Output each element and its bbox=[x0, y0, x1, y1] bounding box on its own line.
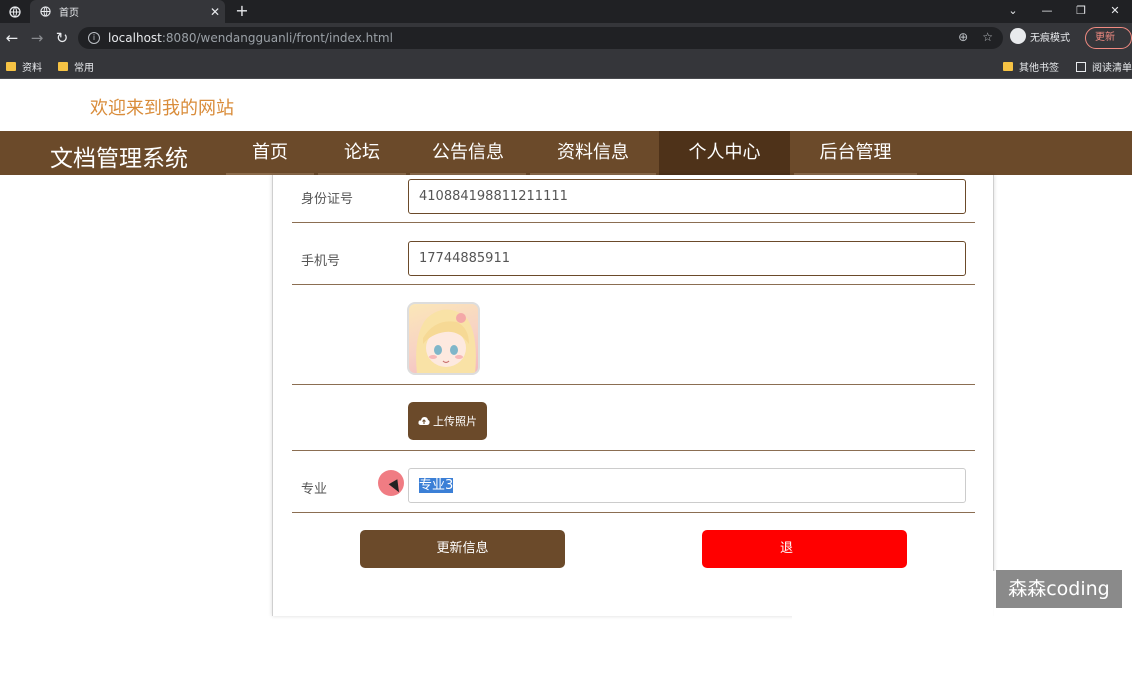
minimize-button[interactable]: — bbox=[1030, 0, 1064, 23]
browser-toolbar: ← → ↻ i localhost:8080/wendangguanli/fro… bbox=[0, 23, 1132, 53]
major-label: 专业 bbox=[301, 482, 328, 497]
nav-item-admin[interactable]: 后台管理 bbox=[794, 131, 917, 175]
page-viewport: 欢迎来到我的网站 文档管理系统 首页 论坛 公告信息 资料信息 个人中心 后台管… bbox=[0, 79, 1132, 695]
zoom-icon[interactable]: ⊕ bbox=[958, 30, 968, 44]
nav-label: 首页 bbox=[252, 142, 288, 163]
nav-item-docs[interactable]: 资料信息 bbox=[530, 131, 656, 175]
bookmark-label: 其他书签 bbox=[1019, 63, 1059, 74]
new-tab-button[interactable]: + bbox=[232, 0, 252, 23]
nav-label: 资料信息 bbox=[557, 142, 629, 163]
bookmark-folder-changyong[interactable]: 常用 bbox=[58, 59, 94, 74]
folder-icon bbox=[6, 62, 16, 71]
site-info-icon[interactable]: i bbox=[88, 32, 100, 44]
profile-form-card: 身份证号 410884198811211111 手机号 17744885911 bbox=[272, 175, 994, 616]
browser-tab-strip: 首页 ✕ + ⌄ — ❐ ✕ bbox=[0, 0, 1132, 23]
bookmark-label: 阅读清单 bbox=[1092, 63, 1132, 74]
tab-favicon-icon bbox=[40, 6, 51, 17]
reload-icon[interactable]: ↻ bbox=[52, 28, 72, 48]
nav-label: 个人中心 bbox=[688, 142, 761, 163]
nav-label: 公告信息 bbox=[432, 142, 504, 163]
upload-photo-label: 上传照片 bbox=[433, 415, 477, 428]
reading-list-icon bbox=[1076, 61, 1086, 72]
row-divider bbox=[292, 222, 975, 223]
browser-tab[interactable]: 首页 ✕ bbox=[30, 0, 225, 23]
incognito-icon bbox=[1010, 28, 1026, 44]
avatar-image bbox=[407, 302, 480, 375]
phone-input[interactable]: 17744885911 bbox=[408, 241, 966, 276]
nav-item-profile[interactable]: 个人中心 bbox=[659, 131, 790, 175]
phone-label: 手机号 bbox=[301, 254, 341, 269]
url-path: :8080/wendangguanli/front/index.html bbox=[161, 31, 393, 45]
bookmark-label: 常用 bbox=[74, 63, 94, 74]
tab-close-icon[interactable]: ✕ bbox=[205, 5, 225, 19]
url-host: localhost bbox=[108, 31, 162, 45]
nav-item-notice[interactable]: 公告信息 bbox=[410, 131, 526, 175]
id-number-label: 身份证号 bbox=[301, 192, 354, 207]
tab-title: 首页 bbox=[59, 8, 79, 19]
incognito-label: 无痕模式 bbox=[1030, 32, 1070, 44]
forward-arrow-icon[interactable]: → bbox=[27, 28, 47, 48]
reading-list[interactable]: 阅读清单 bbox=[1076, 59, 1132, 74]
site-brand: 文档管理系统 bbox=[50, 146, 188, 172]
update-info-button[interactable]: 更新信息 bbox=[360, 530, 565, 568]
back-arrow-icon[interactable]: ← bbox=[2, 28, 22, 48]
watermark-text: 森森coding bbox=[996, 570, 1122, 608]
bookmark-star-icon[interactable]: ☆ bbox=[982, 30, 993, 44]
row-divider bbox=[292, 450, 975, 451]
bookmark-other[interactable]: 其他书签 bbox=[1003, 59, 1059, 74]
url-text: localhost:8080/wendangguanli/front/index… bbox=[108, 31, 393, 45]
window-controls: ⌄ — ❐ ✕ bbox=[996, 0, 1132, 23]
address-bar[interactable]: i localhost:8080/wendangguanli/front/ind… bbox=[78, 27, 1003, 49]
browser-update-button[interactable]: 更新 bbox=[1085, 27, 1132, 49]
row-divider bbox=[292, 384, 975, 385]
folder-icon bbox=[58, 62, 68, 71]
bookmark-label: 资料 bbox=[22, 63, 42, 74]
globe-icon bbox=[0, 0, 30, 23]
site-navbar: 文档管理系统 首页 论坛 公告信息 资料信息 个人中心 后台管理 bbox=[0, 131, 1132, 175]
bookmarks-bar: 资料 常用 其他书签 阅读清单 bbox=[0, 53, 1132, 79]
tab-search-icon[interactable]: ⌄ bbox=[996, 0, 1030, 23]
logout-button[interactable]: 退 bbox=[702, 530, 907, 568]
cloud-upload-icon bbox=[418, 417, 430, 425]
close-window-button[interactable]: ✕ bbox=[1098, 0, 1132, 23]
folder-icon bbox=[1003, 62, 1013, 71]
nav-item-forum[interactable]: 论坛 bbox=[318, 131, 406, 175]
selected-text: 专业3 bbox=[419, 478, 454, 493]
incognito-indicator[interactable]: 无痕模式 bbox=[1010, 28, 1070, 44]
id-number-input[interactable]: 410884198811211111 bbox=[408, 179, 966, 214]
welcome-text: 欢迎来到我的网站 bbox=[90, 98, 234, 119]
row-divider bbox=[292, 512, 975, 513]
nav-label: 论坛 bbox=[344, 142, 380, 163]
nav-label: 后台管理 bbox=[819, 142, 892, 163]
nav-item-home[interactable]: 首页 bbox=[226, 131, 314, 175]
upload-photo-button[interactable]: 上传照片 bbox=[408, 402, 487, 440]
row-divider bbox=[292, 284, 975, 285]
bookmark-folder-ziliao[interactable]: 资料 bbox=[6, 59, 42, 74]
major-input[interactable]: 专业3 bbox=[408, 468, 966, 503]
restore-button[interactable]: ❐ bbox=[1064, 0, 1098, 23]
